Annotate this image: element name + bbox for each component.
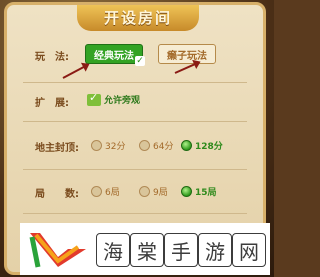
radio-selected-icon [181,140,192,151]
cap-option-label: 64分 [153,142,174,152]
cap-option-label: 128分 [195,142,223,152]
cap-option-32[interactable]: 32分 [91,139,125,152]
extension-label: 扩 展: [35,98,69,109]
cap-option-128[interactable]: 128分 [181,139,223,152]
divider [23,121,247,122]
rounds-option-label: 6局 [105,188,120,198]
watermark-char: 网 [232,233,266,267]
watermark-char: 海 [96,233,130,267]
watermark-char: 棠 [130,233,164,267]
rounds-option-15[interactable]: 15局 [181,185,217,198]
landlord-cap-label: 地主封顶: [35,143,79,154]
radio-icon [91,140,102,151]
watermark-banner: 海 棠 手 游 网 [20,223,270,275]
watermark-char: 手 [164,233,198,267]
allow-spectate-toggle[interactable]: 允许旁观 [87,91,141,106]
divider [23,213,247,214]
watermark-logo-icon [29,233,86,268]
rounds-label: 局 数: [35,189,79,200]
divider [23,82,247,83]
watermark-char: 游 [198,233,232,267]
checkbox-icon [87,91,101,106]
check-icon: ✓ [135,56,145,66]
classic-mode-button[interactable]: 经典玩法 ✓ [85,44,145,66]
allow-spectate-label: 允许旁观 [104,96,141,106]
laizi-mode-button[interactable]: 癞子玩法 [158,44,216,64]
rounds-option-9[interactable]: 9局 [139,185,168,198]
radio-icon [139,140,150,151]
pointer-arrow-icon [62,63,89,79]
cap-option-64[interactable]: 64分 [139,139,173,152]
radio-icon [139,186,150,197]
divider [23,169,247,170]
dialog-title: 开设房间 [77,5,199,31]
classic-mode-label: 经典玩法 [94,50,134,62]
laizi-mode-label: 癞子玩法 [167,50,207,62]
rounds-option-6[interactable]: 6局 [91,185,120,198]
radio-icon [91,186,102,197]
rounds-option-label: 9局 [153,188,168,198]
play-mode-label: 玩 法: [35,52,69,63]
radio-selected-icon [181,186,192,197]
rounds-option-label: 15局 [195,188,217,198]
cap-option-label: 32分 [105,142,126,152]
